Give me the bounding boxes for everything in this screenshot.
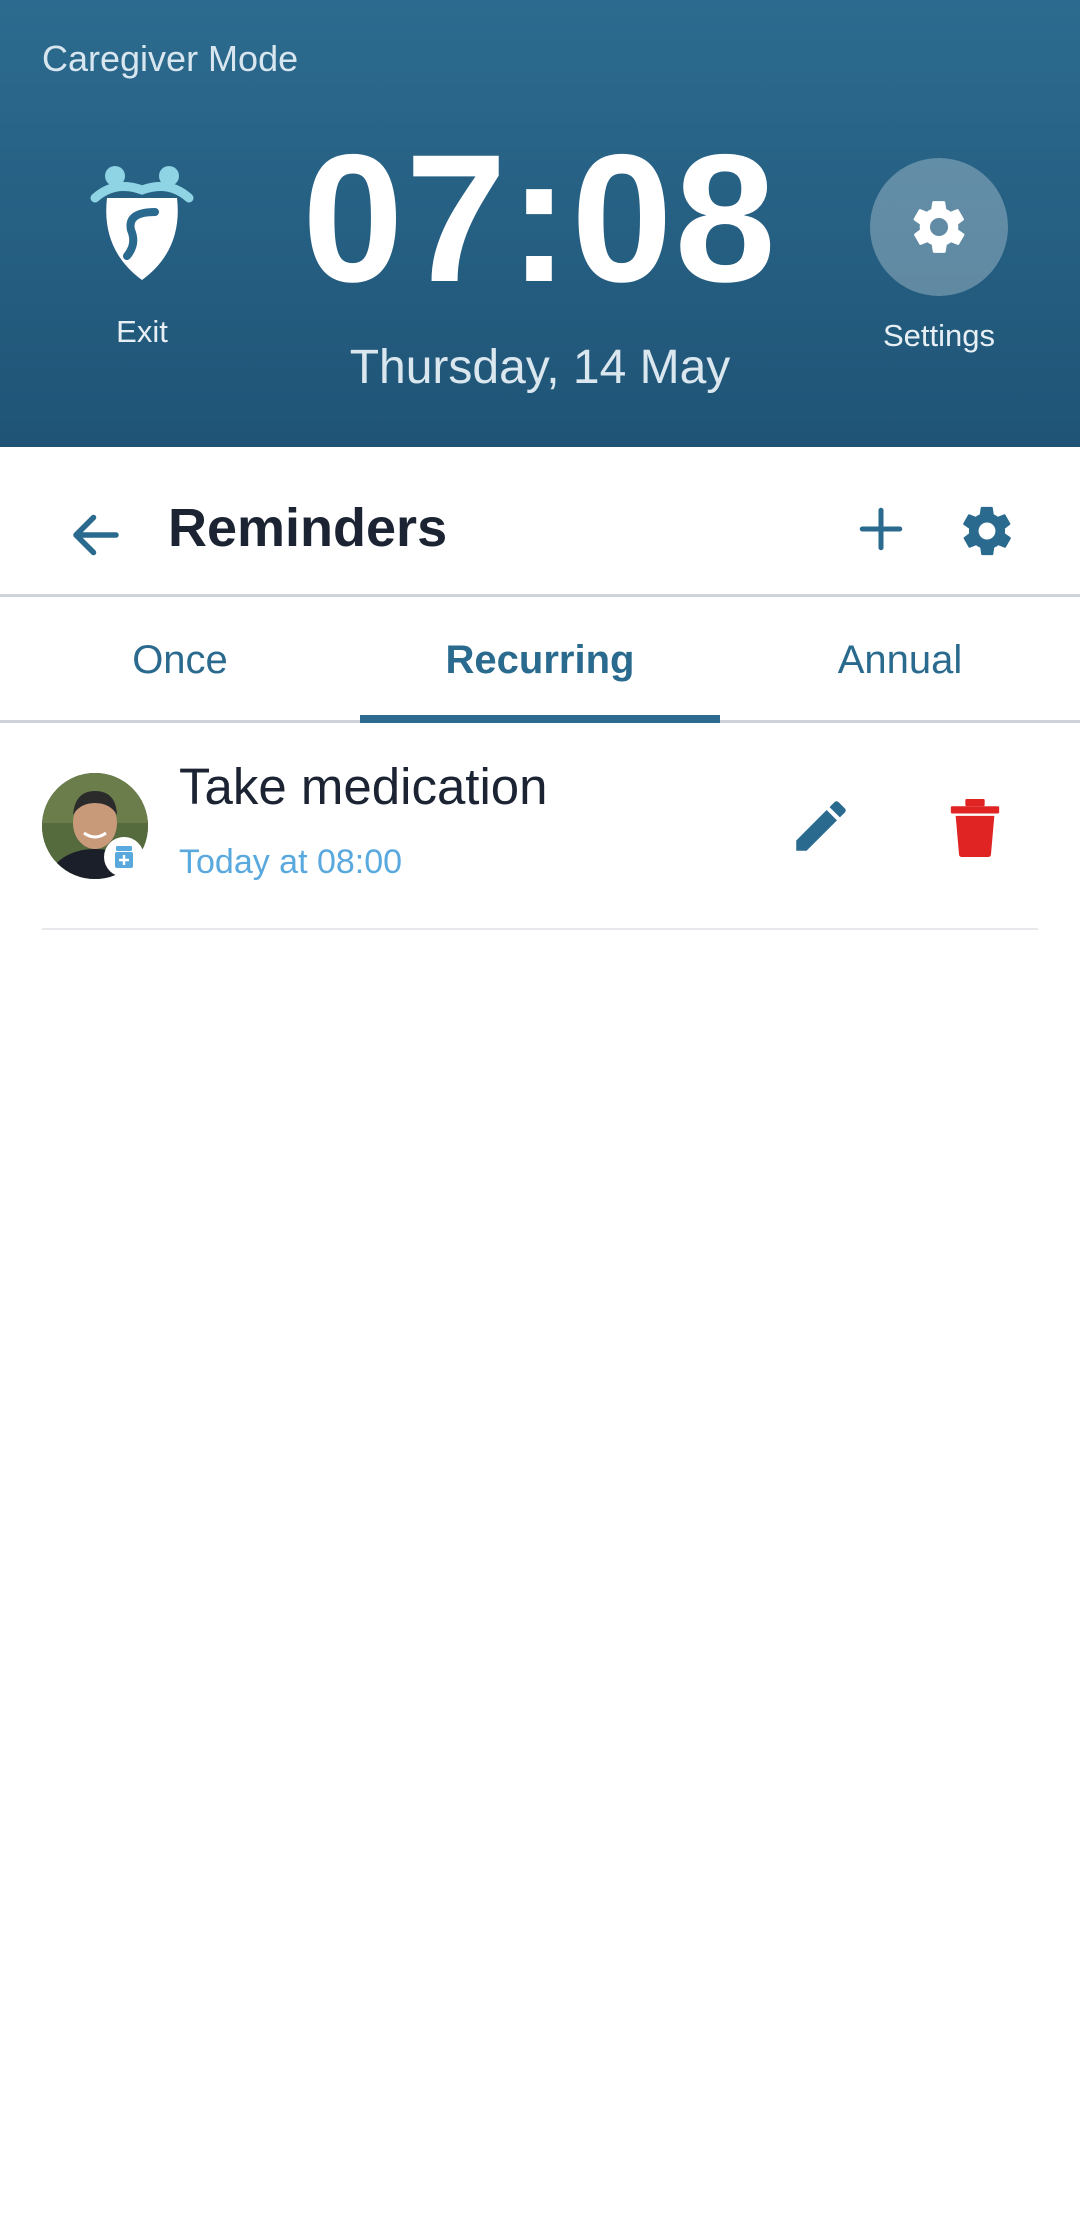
settings-label: Settings [882, 318, 995, 353]
pill-bottle-icon [115, 846, 133, 868]
tab-once[interactable]: Once [0, 597, 360, 720]
gear-icon [913, 201, 965, 253]
tab-annual[interactable]: Annual [720, 597, 1080, 720]
clock-date: Thursday, 14 May [349, 341, 731, 394]
exit-label: Exit [116, 314, 168, 349]
delete-trash-icon[interactable] [950, 799, 1000, 857]
settings-button[interactable]: Settings [870, 158, 1008, 358]
back-arrow-icon[interactable] [66, 505, 126, 565]
mode-title: Caregiver Mode [42, 38, 299, 79]
reminder-title: Take medication [179, 758, 548, 815]
list-item[interactable]: Take medication Today at 08:00 [42, 723, 1038, 930]
tab-recurring[interactable]: Recurring [360, 597, 720, 723]
top-header: Caregiver Mode Exit 07:08 Thursday, 14 M… [0, 0, 1080, 447]
medication-badge [104, 837, 144, 877]
edit-pencil-icon[interactable] [788, 793, 854, 859]
app-logo-icon [90, 166, 194, 280]
reminders-toolbar: Reminders [0, 447, 1080, 597]
exit-button[interactable]: Exit [72, 160, 212, 360]
clock-time: 07:08 [302, 116, 778, 320]
reminder-schedule: Today at 08:00 [179, 843, 403, 881]
add-icon[interactable] [856, 504, 906, 554]
reminder-tabs: Once Recurring Annual [0, 597, 1080, 723]
page-title: Reminders [168, 498, 448, 558]
settings-circle [870, 158, 1008, 296]
reminder-settings-gear-icon[interactable] [958, 502, 1016, 560]
